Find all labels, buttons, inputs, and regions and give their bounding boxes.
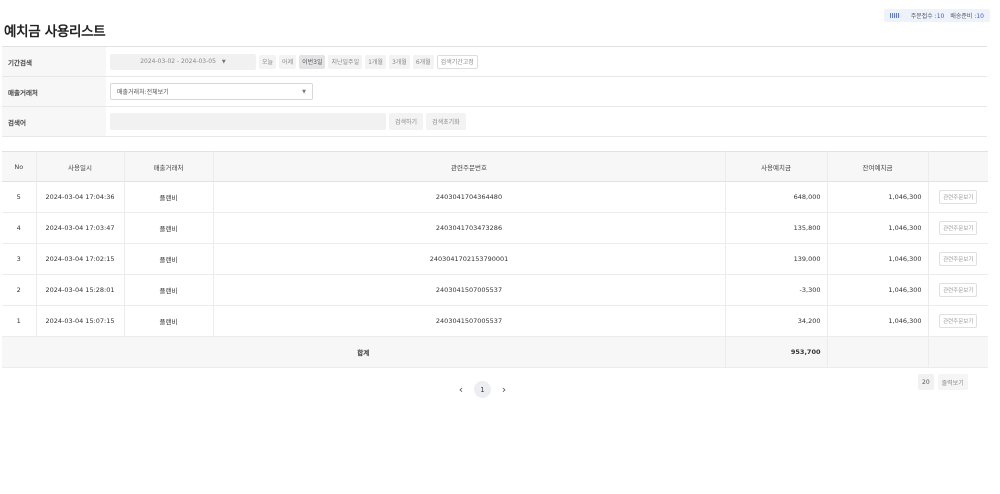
column-header: 잔여예치금 [827, 151, 929, 182]
table-header-row: No 사용일시 매출거래처 관련주문번호 사용예치금 잔여예치금 [2, 151, 988, 182]
fix-period-button[interactable]: 검색기간고정 [436, 54, 478, 69]
total-used-deposit: 953,700 [725, 336, 828, 368]
quick-range-6months[interactable]: 6개월 [412, 54, 434, 69]
row-vendor: 플랜비 [124, 274, 214, 306]
column-header: 매출거래처 [124, 151, 214, 182]
table-row: 3 2024-03-04 17:02:15 플랜비 24030417021537… [2, 243, 988, 275]
chevron-right-icon[interactable]: › [499, 383, 509, 396]
row-remaining-deposit: 1,046,300 [827, 274, 929, 306]
total-label: 합계 [2, 336, 726, 368]
vendor-select[interactable]: 매출거래처:전체보기 ▼ [110, 83, 313, 100]
row-order-number: 2403041702153790001 [213, 243, 726, 275]
deposit-usage-table: No 사용일시 매출거래처 관련주문번호 사용예치금 잔여예치금 5 2024-… [2, 151, 988, 368]
row-order-number: 2403041703473286 [213, 212, 726, 244]
date-range-picker[interactable]: 2024-03-02 - 2024-03-05 ▼ [110, 53, 256, 70]
row-used-deposit: -3,300 [725, 274, 828, 306]
period-label: 기간검색 [2, 47, 106, 76]
search-filter-panel: 기간검색 2024-03-02 - 2024-03-05 ▼ 오늘 어제 이번3… [2, 46, 987, 137]
order-received-status: 주문접수 :10 [910, 13, 945, 20]
quick-range-1month[interactable]: 1개월 [365, 54, 386, 69]
row-order-number: 2403041507005537 [213, 274, 726, 306]
column-header: 사용일시 [36, 151, 125, 182]
pagination: ‹ 1 › [456, 381, 509, 398]
quick-range-last-week[interactable]: 지난일주일 [328, 54, 363, 69]
view-order-button[interactable]: 관련주문보기 [939, 190, 978, 204]
table-row: 2 2024-03-04 15:28:01 플랜비 24030415070055… [2, 274, 988, 306]
column-header: 관련주문번호 [213, 151, 726, 182]
quick-range-3months[interactable]: 3개월 [388, 54, 410, 69]
keyword-input[interactable] [110, 113, 386, 130]
table-row: 1 2024-03-04 15:07:15 플랜비 24030415070055… [2, 305, 988, 337]
quick-range-3days[interactable]: 이번3일 [299, 54, 326, 69]
row-vendor: 플랜비 [124, 243, 214, 275]
page-size-control: 20 줄력보기 [918, 374, 968, 390]
page-size-apply-button[interactable]: 줄력보기 [937, 374, 968, 390]
vendor-filter-row: 매출거래처 매출거래처:전체보기 ▼ [2, 77, 987, 107]
page-title: 예치금 사용리스트 [4, 24, 106, 40]
row-no: 2 [2, 274, 37, 306]
keyword-label: 검색어 [2, 107, 106, 136]
view-order-button[interactable]: 관련주문보기 [939, 221, 978, 235]
table-row: 4 2024-03-04 17:03:47 플랜비 24030417034732… [2, 212, 988, 244]
row-order-number: 2403041507005537 [213, 305, 726, 337]
row-datetime: 2024-03-04 17:03:47 [36, 212, 125, 244]
status-bars-icon [889, 13, 899, 18]
row-remaining-deposit: 1,046,300 [827, 212, 929, 244]
chevron-down-icon: ▼ [221, 58, 226, 65]
period-filter-row: 기간검색 2024-03-02 - 2024-03-05 ▼ 오늘 어제 이번3… [2, 47, 987, 77]
row-no: 4 [2, 212, 37, 244]
row-order-number: 2403041704364480 [213, 181, 726, 213]
row-used-deposit: 139,000 [725, 243, 828, 275]
view-order-button[interactable]: 관련주문보기 [939, 283, 978, 297]
row-no: 3 [2, 243, 37, 275]
column-header: 사용예치금 [725, 151, 828, 182]
view-order-button[interactable]: 관련주문보기 [939, 252, 978, 266]
row-used-deposit: 34,200 [725, 305, 828, 337]
reset-search-button[interactable]: 검색초기화 [426, 113, 466, 130]
row-datetime: 2024-03-04 17:04:36 [36, 181, 125, 213]
row-used-deposit: 135,800 [725, 212, 828, 244]
row-datetime: 2024-03-04 15:07:15 [36, 305, 125, 337]
row-vendor: 플랜비 [124, 305, 214, 337]
row-no: 5 [2, 181, 37, 213]
column-header [928, 151, 988, 182]
row-remaining-deposit: 1,046,300 [827, 305, 929, 337]
table-total-row: 합계 953,700 [2, 336, 988, 368]
keyword-filter-row: 검색어 검색하기 검색초기화 [2, 107, 987, 137]
column-header: No [2, 151, 37, 182]
search-button[interactable]: 검색하기 [389, 113, 424, 130]
row-datetime: 2024-03-04 17:02:15 [36, 243, 125, 275]
quick-range-today[interactable]: 오늘 [259, 54, 277, 69]
row-no: 1 [2, 305, 37, 337]
view-order-button[interactable]: 관련주문보기 [939, 314, 978, 328]
row-datetime: 2024-03-04 15:28:01 [36, 274, 125, 306]
ready-to-ship-status: 배송준비 :10 [950, 13, 984, 20]
chevron-down-icon: ▼ [302, 88, 306, 95]
page-number-current[interactable]: 1 [474, 381, 491, 398]
row-vendor: 플랜비 [124, 181, 214, 213]
vendor-label: 매출거래처 [2, 77, 106, 106]
order-status-summary[interactable]: 주문접수 :10 배송준비 :10 [883, 9, 990, 22]
row-used-deposit: 648,000 [725, 181, 828, 213]
page-size-select[interactable]: 20 [918, 374, 934, 390]
row-remaining-deposit: 1,046,300 [827, 181, 929, 213]
chevron-left-icon[interactable]: ‹ [456, 383, 466, 396]
row-remaining-deposit: 1,046,300 [827, 243, 929, 275]
quick-range-yesterday[interactable]: 어제 [279, 54, 297, 69]
row-vendor: 플랜비 [124, 212, 214, 244]
table-row: 5 2024-03-04 17:04:36 플랜비 24030417043644… [2, 181, 988, 213]
